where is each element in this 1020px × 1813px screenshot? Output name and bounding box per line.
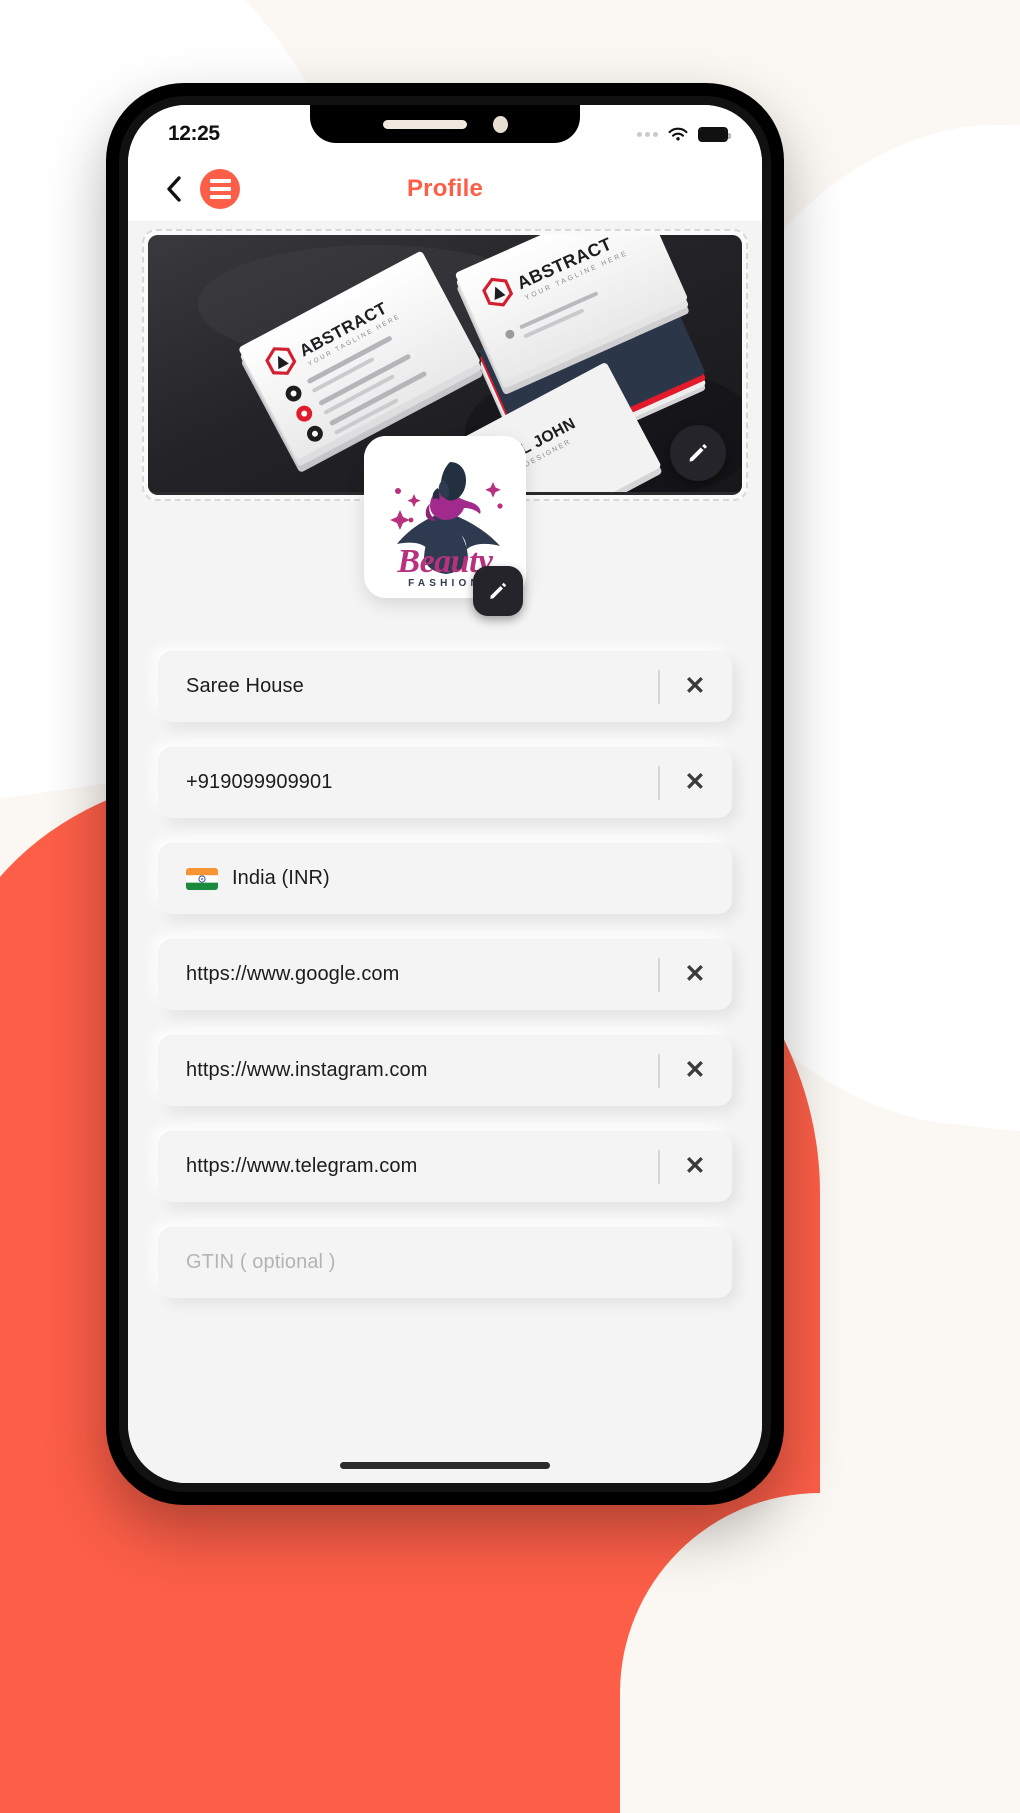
edit-logo-button[interactable] (473, 566, 523, 616)
close-x-icon: ✕ (684, 960, 706, 988)
clear-phone-number-button[interactable]: ✕ (658, 747, 732, 818)
profile-content: ABSTRACT YOUR TAGLINE HERE ABSTRACT YOUR… (128, 221, 762, 1483)
phone-notch (310, 105, 580, 143)
back-button[interactable] (158, 172, 188, 206)
store-name-input[interactable]: Saree House (186, 675, 658, 698)
field-website-url[interactable]: https://www.google.com ✕ (158, 939, 732, 1010)
home-indicator (340, 1462, 550, 1469)
field-gtin[interactable]: GTIN ( optional ) (158, 1227, 732, 1298)
close-x-icon: ✕ (684, 768, 706, 796)
telegram-url-input[interactable]: https://www.telegram.com (186, 1155, 658, 1178)
close-x-icon: ✕ (684, 1056, 706, 1084)
wifi-icon (668, 127, 688, 141)
pencil-icon (689, 444, 707, 462)
phone-number-input[interactable]: +919099909901 (186, 771, 658, 794)
signal-dots-icon (637, 131, 658, 137)
status-indicators (637, 126, 731, 143)
phone-bezel: 12:25 Profile ABSTRACT YOUR TAGLINE HERE… (119, 96, 771, 1492)
front-camera (492, 115, 508, 133)
menu-icon-bar (209, 187, 231, 191)
menu-icon-bar (209, 179, 231, 183)
field-instagram-url[interactable]: https://www.instagram.com ✕ (158, 1035, 732, 1106)
field-telegram-url[interactable]: https://www.telegram.com ✕ (158, 1131, 732, 1202)
website-url-input[interactable]: https://www.google.com (186, 963, 658, 986)
chevron-left-icon (166, 176, 181, 202)
field-phone-number[interactable]: +919099909901 ✕ (158, 747, 732, 818)
gtin-input[interactable]: GTIN ( optional ) (186, 1251, 732, 1274)
clear-instagram-url-button[interactable]: ✕ (658, 1035, 732, 1106)
phone-frame: 12:25 Profile ABSTRACT YOUR TAGLINE HERE… (106, 83, 784, 1505)
field-store-name[interactable]: Saree House ✕ (158, 651, 732, 722)
pencil-icon (490, 582, 507, 599)
earpiece-speaker (382, 119, 467, 129)
close-x-icon: ✕ (684, 672, 706, 700)
screenshot-stage: 12:25 Profile ABSTRACT YOUR TAGLINE HERE… (0, 0, 1020, 1813)
profile-fields-list: Saree House ✕ +919099909901 ✕ India (INR… (128, 501, 762, 1298)
instagram-url-input[interactable]: https://www.instagram.com (186, 1059, 658, 1082)
clear-store-name-button[interactable]: ✕ (658, 651, 732, 722)
clear-website-url-button[interactable]: ✕ (658, 939, 732, 1010)
battery-full-icon (698, 126, 731, 142)
hamburger-menu-button[interactable] (200, 169, 240, 209)
phone-screen: 12:25 Profile ABSTRACT YOUR TAGLINE HERE… (128, 105, 762, 1483)
svg-text:FASHION: FASHION (408, 578, 482, 589)
navigation-bar: Profile (128, 157, 762, 221)
status-time: 12:25 (168, 122, 220, 145)
menu-icon-bar (209, 195, 231, 199)
close-x-icon: ✕ (684, 1152, 706, 1180)
field-country-currency[interactable]: India (INR) (158, 843, 732, 914)
india-flag-icon (186, 867, 218, 890)
country-currency-value[interactable]: India (INR) (232, 867, 732, 890)
clear-telegram-url-button[interactable]: ✕ (658, 1131, 732, 1202)
edit-banner-button[interactable] (670, 425, 726, 481)
